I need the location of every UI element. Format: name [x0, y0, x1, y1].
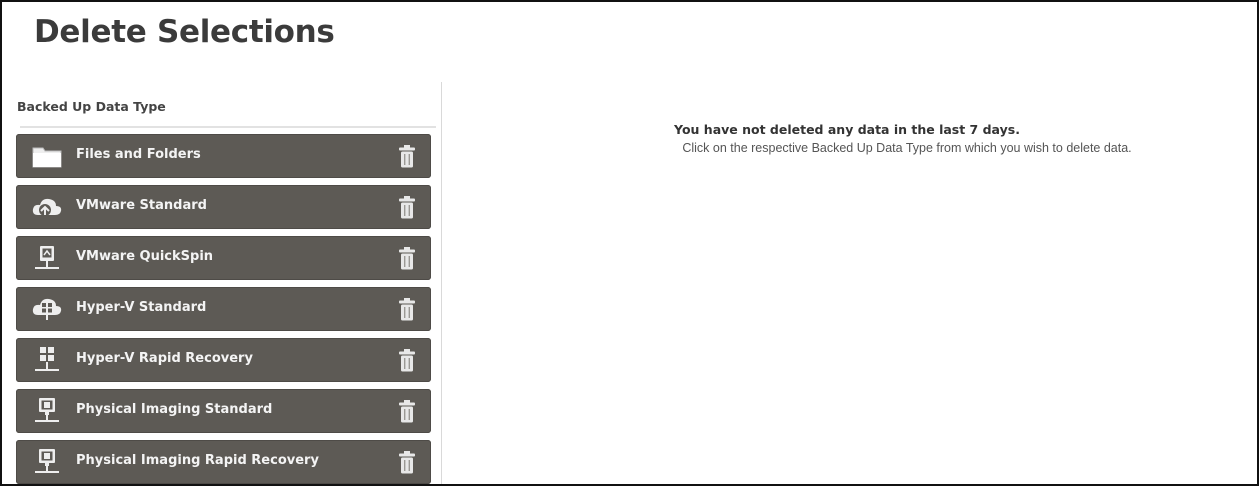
data-type-files-and-folders[interactable]: Files and Folders — [16, 134, 431, 178]
data-type-label: Hyper-V Rapid Recovery — [76, 351, 253, 366]
data-type-hyperv-standard[interactable]: Hyper-V Standard — [16, 287, 431, 331]
page-title: Delete Selections — [34, 14, 335, 50]
delete-selections-window: Delete Selections Backed Up Data Type Fi… — [0, 0, 1259, 486]
data-type-label: VMware QuickSpin — [76, 249, 214, 264]
data-type-panel: Backed Up Data Type Files and Folders VM… — [16, 82, 442, 484]
data-type-hyperv-rapid-recovery[interactable]: Hyper-V Rapid Recovery — [16, 338, 431, 382]
hyperv-network-icon — [35, 347, 59, 371]
empty-state-secondary: Click on the respective Backed Up Data T… — [682, 141, 1132, 155]
trash-icon[interactable] — [398, 246, 416, 271]
vmware-cloud-icon — [32, 198, 62, 216]
vmware-network-icon — [35, 246, 59, 269]
trash-icon[interactable] — [398, 348, 416, 373]
data-type-physical-imaging-rapid-recovery[interactable]: Physical Imaging Rapid Recovery — [16, 440, 431, 484]
panel-heading: Backed Up Data Type — [17, 99, 166, 114]
hyperv-cloud-icon — [32, 298, 62, 320]
data-type-physical-imaging-standard[interactable]: Physical Imaging Standard — [16, 389, 431, 433]
trash-icon[interactable] — [398, 399, 416, 424]
heading-divider — [20, 126, 436, 128]
trash-icon[interactable] — [398, 450, 416, 475]
data-type-label: Files and Folders — [76, 147, 201, 162]
data-type-label: Physical Imaging Standard — [76, 402, 273, 417]
data-type-label: Physical Imaging Rapid Recovery — [76, 453, 319, 468]
monitor-network-icon — [35, 449, 59, 473]
monitor-icon — [35, 398, 59, 422]
data-type-vmware-quickspin[interactable]: VMware QuickSpin — [16, 236, 431, 280]
empty-state-message: You have not deleted any data in the las… — [442, 122, 1252, 155]
empty-state-primary: You have not deleted any data in the las… — [674, 122, 1020, 137]
data-type-label: VMware Standard — [76, 198, 207, 213]
trash-icon[interactable] — [398, 144, 416, 169]
data-type-list: Files and Folders VMware Standard VMware… — [16, 134, 431, 484]
data-type-vmware-standard[interactable]: VMware Standard — [16, 185, 431, 229]
folder-icon — [32, 147, 62, 168]
trash-icon[interactable] — [398, 195, 416, 220]
trash-icon[interactable] — [398, 297, 416, 322]
data-type-label: Hyper-V Standard — [76, 300, 207, 315]
